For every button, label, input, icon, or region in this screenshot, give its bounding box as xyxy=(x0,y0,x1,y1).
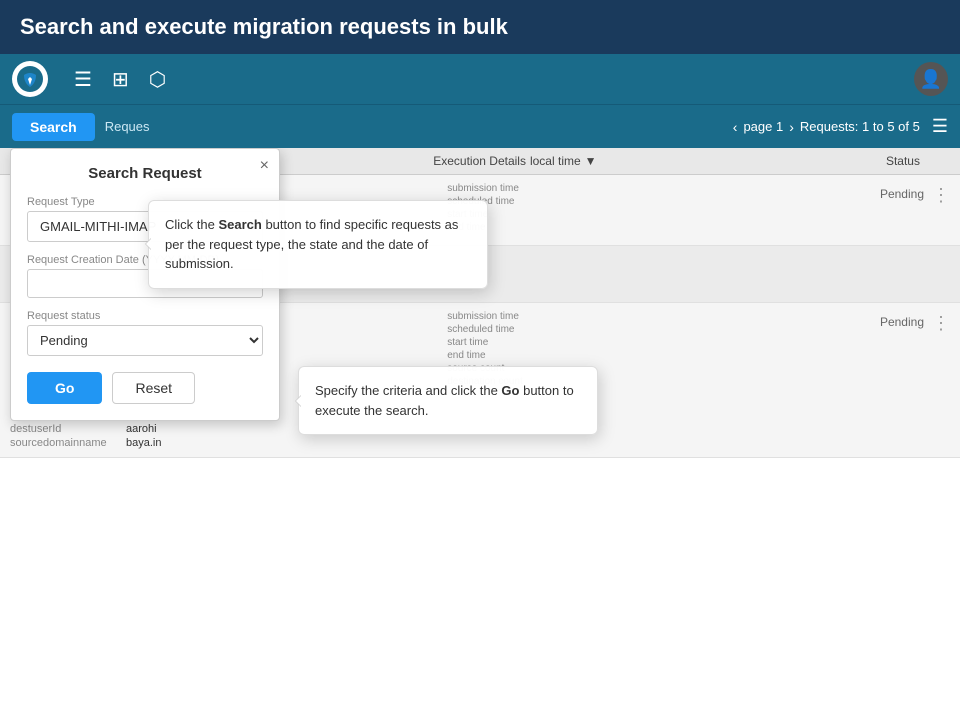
row-right: Pending ⋮ xyxy=(775,183,950,206)
next-page-button[interactable]: › xyxy=(789,119,794,135)
tooltip-go: Specify the criteria and click the Go bu… xyxy=(298,366,598,435)
page-info: page 1 xyxy=(743,119,783,134)
toolbar: Search Reques ‹ page 1 › Requests: 1 to … xyxy=(0,104,960,148)
row-center: submission time scheduled time start tim… xyxy=(447,183,775,233)
list-icon[interactable]: ☰ xyxy=(74,67,92,92)
tooltip-search: Click the Search button to find specific… xyxy=(148,200,488,289)
status-select[interactable]: Pending All Running Completed Failed xyxy=(27,325,263,356)
pagination: ‹ page 1 › Requests: 1 to 5 of 5 xyxy=(733,119,920,135)
nav-logo xyxy=(12,61,48,97)
logo-icon xyxy=(16,65,44,93)
export-icon[interactable]: ⬡ xyxy=(149,67,166,92)
prev-page-button[interactable]: ‹ xyxy=(733,119,738,135)
search-button[interactable]: Search xyxy=(12,113,95,141)
tooltip-bold-search: Search xyxy=(218,217,261,232)
status-badge: Pending xyxy=(880,187,924,201)
panel-title: Search Request xyxy=(27,165,263,182)
main-area: Request Execution Details local time ▼ S… xyxy=(0,148,960,712)
app-container: ☰ ⊞ ⬡ 👤 Search Reques ‹ page 1 › Request… xyxy=(0,54,960,712)
row-menu-button[interactable]: ⋮ xyxy=(932,313,950,334)
status-group: Request status Pending All Running Compl… xyxy=(27,310,263,356)
reset-button[interactable]: Reset xyxy=(112,372,195,404)
th-execution: Execution Details local time ▼ xyxy=(433,154,750,168)
top-nav: ☰ ⊞ ⬡ 👤 xyxy=(0,54,960,104)
add-icon[interactable]: ⊞ xyxy=(112,67,129,92)
status-badge: Pending xyxy=(880,315,924,329)
row-menu-button[interactable]: ⋮ xyxy=(932,185,950,206)
header-banner: Search and execute migration requests in… xyxy=(0,0,960,54)
user-icon: 👤 xyxy=(920,69,942,90)
user-avatar[interactable]: 👤 xyxy=(914,62,948,96)
tooltip-arrow-inner xyxy=(141,239,151,249)
header-title: Search and execute migration requests in… xyxy=(20,14,508,39)
sort-icon[interactable]: ▼ xyxy=(585,154,597,168)
panel-buttons: Go Reset xyxy=(27,372,263,404)
row-right: Pending ⋮ xyxy=(775,311,950,334)
th-status: Status xyxy=(751,154,950,168)
go-button[interactable]: Go xyxy=(27,372,102,404)
tooltip-bold-go: Go xyxy=(501,383,519,398)
table-menu-icon[interactable]: ☰ xyxy=(932,116,948,137)
toolbar-label: Reques xyxy=(105,119,150,134)
status-label: Request status xyxy=(27,310,263,322)
tooltip2-arrow-inner xyxy=(291,396,301,406)
requests-info: Requests: 1 to 5 of 5 xyxy=(800,119,920,134)
close-icon[interactable]: × xyxy=(260,157,269,175)
